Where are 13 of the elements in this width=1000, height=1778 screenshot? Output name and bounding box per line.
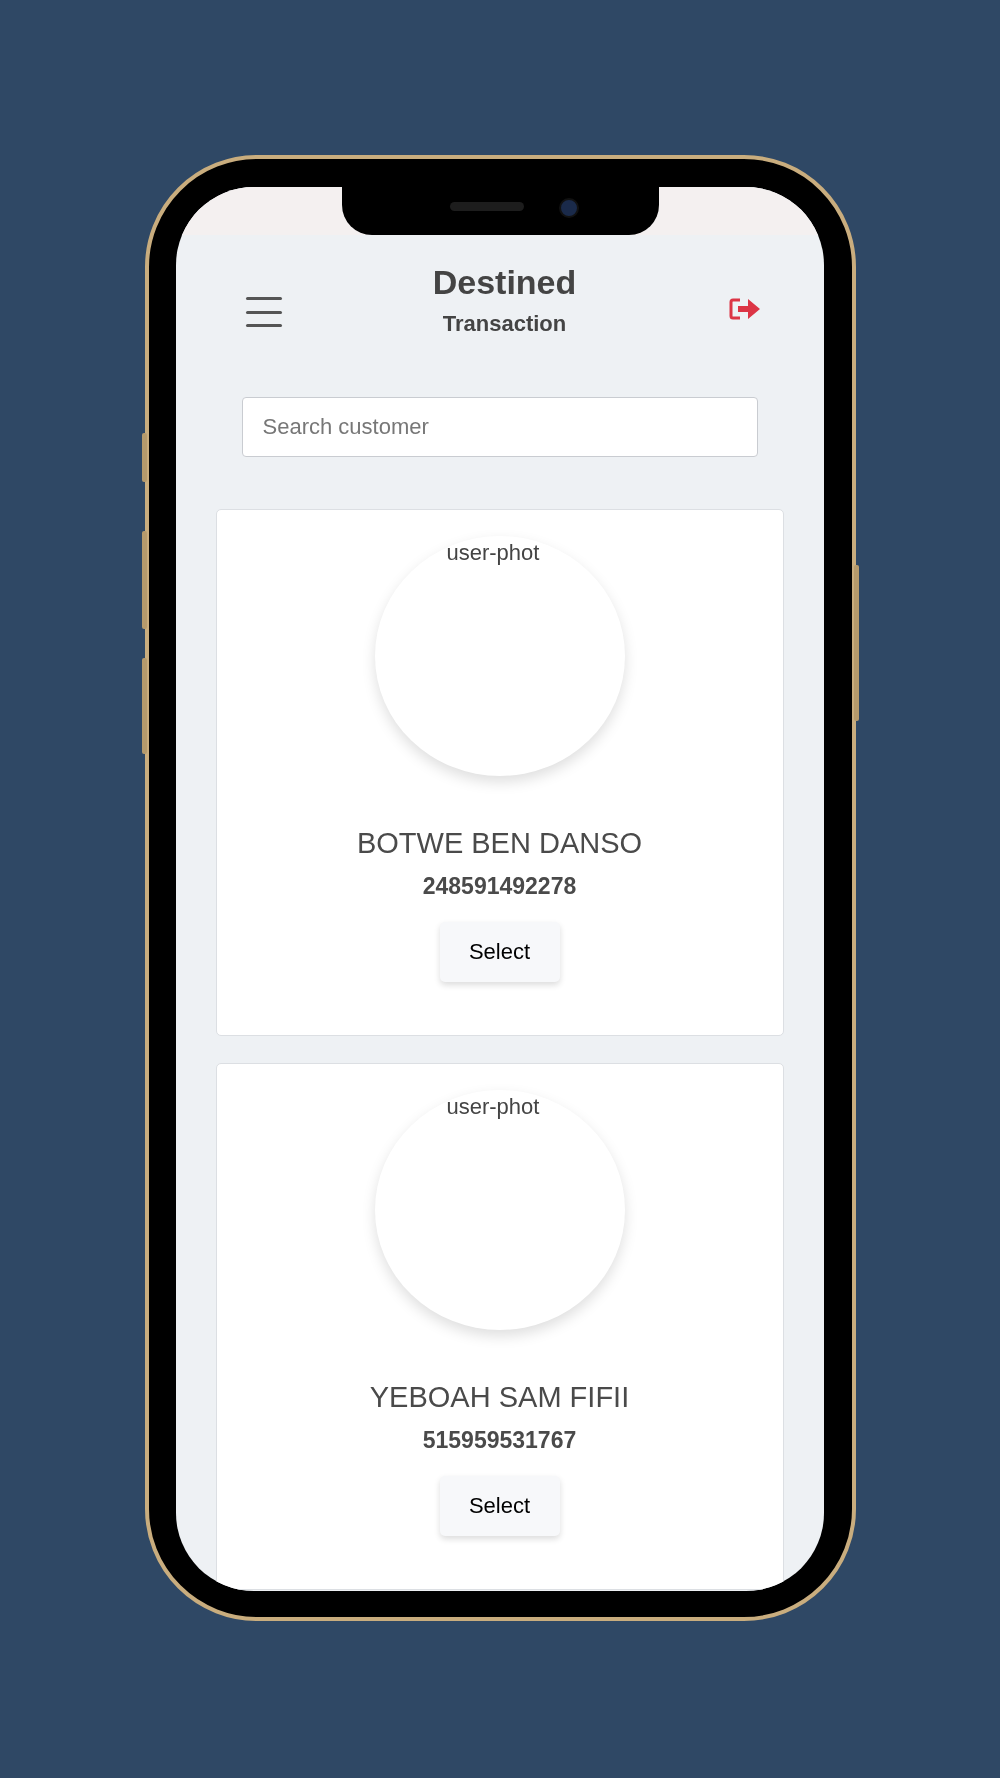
account-number: 515959531767 (422, 1427, 577, 1454)
customer-name: BOTWE BEN DANSO (356, 826, 643, 861)
page-subtitle: Transaction (442, 311, 567, 337)
select-button[interactable]: Select (439, 1476, 560, 1536)
image-alt-text: user-phot (446, 1094, 540, 1120)
app-title: Destined (432, 262, 577, 303)
account-number: 248591492278 (422, 873, 577, 900)
menu-icon[interactable] (245, 297, 282, 327)
logout-icon[interactable] (727, 297, 762, 321)
search-field[interactable]: Search customer (241, 397, 758, 457)
select-button[interactable]: Select (439, 922, 560, 982)
customer-name: YEBOAH SAM FIFII (369, 1380, 630, 1415)
image-alt-text: user-phot (446, 540, 540, 566)
